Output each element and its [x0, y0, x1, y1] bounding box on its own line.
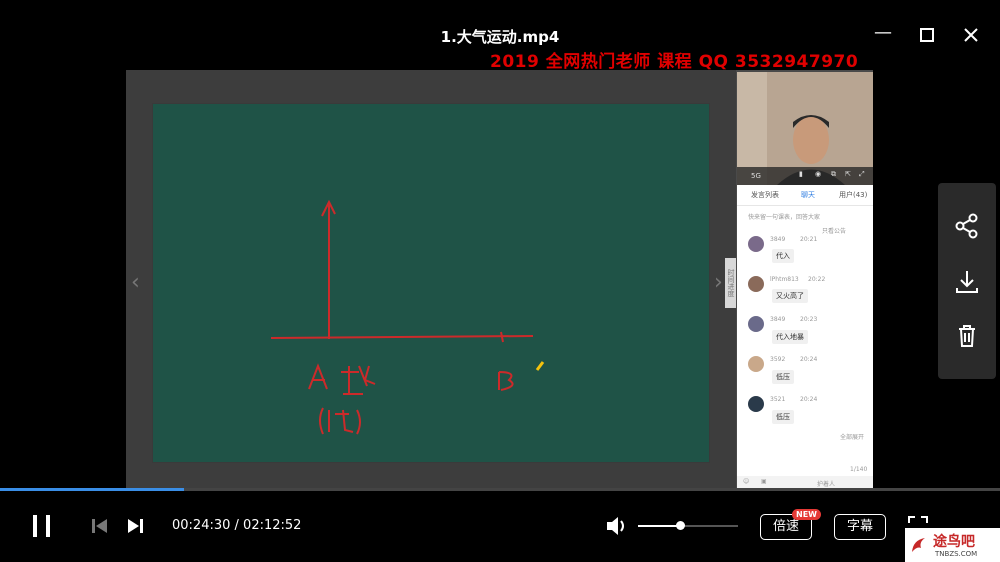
- message-text: 低压: [772, 370, 794, 384]
- share-button[interactable]: [951, 210, 983, 242]
- volume-slider-handle[interactable]: [676, 521, 685, 530]
- window-title: 1.大气运动.mp4: [440, 28, 560, 46]
- char-hot-stroke: [341, 365, 376, 395]
- camera-label: 5G: [751, 172, 761, 180]
- image-icon[interactable]: ▣: [761, 478, 767, 485]
- avatar: [748, 396, 764, 412]
- expand-all-link[interactable]: 全部展开: [840, 432, 864, 441]
- message-text: 又火高了: [772, 289, 808, 303]
- total-time: 02:12:52: [243, 518, 302, 533]
- message-author: 3592: [770, 356, 786, 363]
- trash-icon: [959, 325, 975, 347]
- message-time: 20:21: [800, 236, 818, 243]
- tab-users[interactable]: 用户(43): [839, 190, 867, 200]
- time-display: 00:24:30 / 02:12:52: [172, 518, 301, 533]
- board-drawing: [270, 199, 545, 435]
- prev-slide-icon[interactable]: ‹: [131, 270, 140, 295]
- chalkboard: [152, 103, 710, 463]
- logo-mark-icon: [912, 538, 925, 552]
- timeline-side-tab[interactable]: 时间进度: [725, 258, 736, 308]
- logo-subtext: TNBZS.COM: [935, 550, 978, 558]
- next-slide-icon[interactable]: ›: [714, 270, 723, 295]
- popout-icon[interactable]: ⇱: [845, 170, 851, 178]
- message-text: 低压: [772, 410, 794, 424]
- volume-icon: [607, 517, 624, 535]
- subtitles-button[interactable]: 字幕: [834, 514, 886, 540]
- filter-toggle[interactable]: 只看公告: [822, 226, 846, 235]
- message-author: 3521: [770, 396, 786, 403]
- message-author: lPhtm813: [770, 276, 799, 283]
- message-time: 20:24: [800, 396, 818, 403]
- skip-previous-icon: [92, 519, 107, 533]
- message-time: 20:24: [800, 356, 818, 363]
- letter-b-stroke: [498, 371, 514, 391]
- seek-bar-played: [0, 488, 184, 491]
- chat-tabs: 发言列表 聊天 用户(43): [737, 188, 873, 204]
- close-button[interactable]: [958, 22, 984, 48]
- page-count: 1/140: [850, 466, 868, 473]
- maximize-icon: [920, 28, 934, 42]
- download-icon: [956, 271, 978, 293]
- message-author: 3849: [770, 316, 786, 323]
- tab-chat[interactable]: 聊天: [801, 190, 815, 200]
- copy-icon[interactable]: ⧉: [831, 170, 836, 179]
- watermark-text: 2019 全网热门老师 课程 QQ 3532947970: [490, 52, 859, 72]
- previous-button[interactable]: [90, 516, 110, 540]
- volume-button[interactable]: [605, 515, 629, 541]
- minimize-button[interactable]: —: [870, 20, 896, 46]
- pen-cursor-icon: [535, 361, 545, 371]
- expand-icon[interactable]: ⤢: [859, 170, 865, 179]
- message-time: 20:22: [808, 276, 826, 283]
- close-icon: [964, 28, 978, 42]
- message-text: 代入: [772, 249, 794, 263]
- download-button[interactable]: [951, 266, 983, 298]
- site-logo: 途鸟吧 TNBZS.COM: [905, 528, 1000, 562]
- avatar: [748, 276, 764, 292]
- volume-slider-fill: [638, 525, 680, 527]
- skip-next-icon: [128, 519, 143, 533]
- vertical-axis-arrow: [321, 199, 336, 339]
- share-icon: [955, 213, 978, 239]
- new-badge: NEW: [792, 509, 821, 520]
- logo-text: 途鸟吧: [933, 534, 975, 550]
- tabs-divider: [737, 205, 873, 206]
- emoji-icon[interactable]: ☺: [743, 478, 749, 485]
- message-text: 代入地暴: [772, 330, 808, 344]
- time-separator: /: [230, 518, 244, 533]
- delete-button[interactable]: [951, 320, 983, 352]
- message-author: 3849: [770, 236, 786, 243]
- ground-line: [270, 335, 534, 339]
- camera-toolbar: 5G ▮ ◉ ⧉ ⇱ ⤢: [737, 167, 873, 185]
- mic-icon[interactable]: ◉: [815, 170, 821, 178]
- tab-speakers[interactable]: 发言列表: [751, 190, 779, 200]
- message-time: 20:23: [800, 316, 818, 323]
- current-time: 00:24:30: [172, 518, 231, 533]
- chat-notice: 快来留一句课表，回答大家: [748, 214, 821, 221]
- maximize-button[interactable]: [914, 22, 940, 48]
- signal-icon: ▮: [799, 170, 803, 178]
- next-button[interactable]: [125, 516, 145, 540]
- avatar: [748, 236, 764, 252]
- letter-a-stroke: [308, 363, 328, 390]
- avatar: [748, 316, 764, 332]
- avatar: [748, 356, 764, 372]
- char-low-stroke: [319, 407, 361, 435]
- chat-input-label: 护着人: [817, 481, 836, 488]
- pause-button[interactable]: [30, 513, 54, 543]
- pause-icon: [33, 515, 50, 537]
